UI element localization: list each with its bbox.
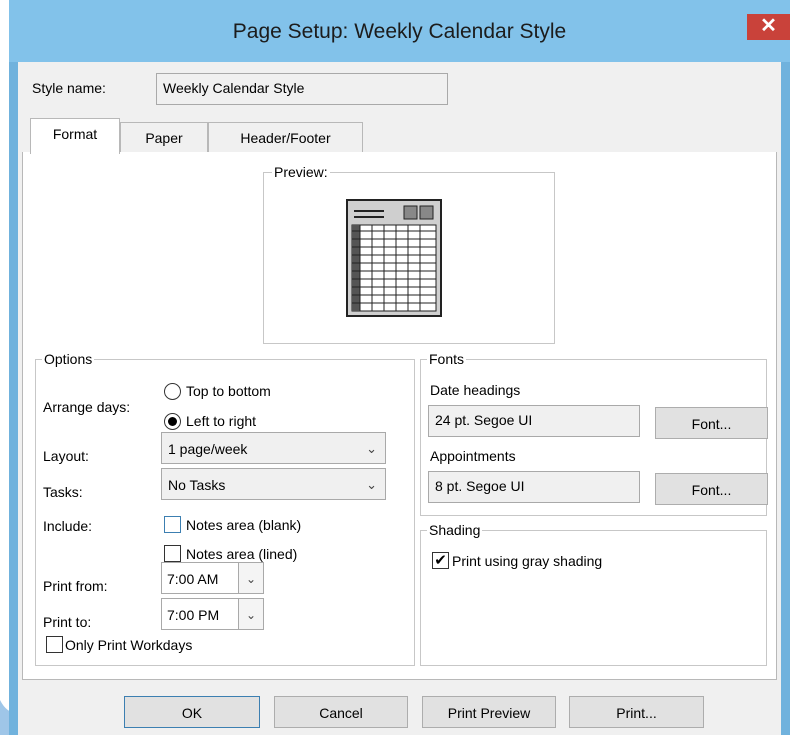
print-from-field[interactable]: 7:00 AM ⌄ xyxy=(161,562,264,594)
print-preview-button[interactable]: Print Preview xyxy=(422,696,556,728)
tasks-label: Tasks: xyxy=(43,484,83,500)
print-preview-button-label: Print Preview xyxy=(447,705,531,721)
radio-top-to-bottom[interactable] xyxy=(164,383,181,400)
date-headings-font-button[interactable]: Font... xyxy=(655,407,768,439)
tasks-value: No Tasks xyxy=(168,477,226,493)
notes-lined-checkbox[interactable] xyxy=(164,545,181,562)
appointments-value: 8 pt. Segoe UI xyxy=(435,478,525,494)
chevron-down-icon[interactable]: ⌄ xyxy=(238,563,263,593)
appointments-label: Appointments xyxy=(430,448,516,464)
radio-left-to-right[interactable] xyxy=(164,413,181,430)
title-bar: Page Setup: Weekly Calendar Style ✕ xyxy=(9,0,790,62)
cancel-button[interactable]: Cancel xyxy=(274,696,408,728)
close-icon: ✕ xyxy=(760,15,777,37)
only-workdays-label[interactable]: Only Print Workdays xyxy=(65,637,192,653)
layout-value: 1 page/week xyxy=(168,441,248,457)
date-headings-label: Date headings xyxy=(430,382,521,398)
tab-header-footer-label: Header/Footer xyxy=(240,130,331,146)
radio-top-to-bottom-label[interactable]: Top to bottom xyxy=(186,383,271,399)
preview-label: Preview: xyxy=(272,164,330,180)
style-name-field[interactable]: Weekly Calendar Style xyxy=(156,73,448,105)
date-headings-value: 24 pt. Segoe UI xyxy=(435,412,533,428)
layout-label: Layout: xyxy=(43,448,89,464)
style-name-value: Weekly Calendar Style xyxy=(163,80,305,96)
options-group-label: Options xyxy=(42,351,95,367)
include-label: Include: xyxy=(43,518,93,534)
chevron-down-icon: ⌄ xyxy=(366,477,377,492)
weekly-calendar-preview-icon xyxy=(346,199,442,317)
ok-button[interactable]: OK xyxy=(124,696,260,728)
cancel-button-label: Cancel xyxy=(319,705,363,721)
radio-left-to-right-label[interactable]: Left to right xyxy=(186,413,256,429)
chevron-down-icon: ⌄ xyxy=(366,441,377,456)
close-button[interactable]: ✕ xyxy=(747,14,790,40)
notes-blank-checkbox[interactable] xyxy=(164,516,181,533)
print-button-label: Print... xyxy=(616,705,657,721)
tasks-dropdown[interactable]: No Tasks ⌄ xyxy=(161,468,386,500)
tab-paper[interactable]: Paper xyxy=(120,122,208,152)
format-tab-panel: Preview: Options Arrange days: Top to bo… xyxy=(22,152,777,680)
tab-format-label: Format xyxy=(52,126,98,142)
page-setup-dialog: Page Setup: Weekly Calendar Style ✕ Styl… xyxy=(9,0,790,735)
print-from-value: 7:00 AM xyxy=(167,571,219,587)
appointments-field: 8 pt. Segoe UI xyxy=(428,471,640,503)
gray-shading-label[interactable]: Print using gray shading xyxy=(452,553,602,569)
notes-lined-label[interactable]: Notes area (lined) xyxy=(186,546,297,562)
notes-blank-label[interactable]: Notes area (blank) xyxy=(186,517,301,533)
layout-dropdown[interactable]: 1 page/week ⌄ xyxy=(161,432,386,464)
only-workdays-checkbox[interactable] xyxy=(46,636,63,653)
shading-group xyxy=(420,530,767,666)
font-button-label: Font... xyxy=(691,416,732,432)
tab-header-footer[interactable]: Header/Footer xyxy=(208,122,363,152)
print-to-value: 7:00 PM xyxy=(167,607,220,623)
shading-group-label: Shading xyxy=(427,522,483,538)
date-headings-field: 24 pt. Segoe UI xyxy=(428,405,640,437)
fonts-group-label: Fonts xyxy=(427,351,467,367)
dialog-title: Page Setup: Weekly Calendar Style xyxy=(232,20,567,43)
tab-format[interactable]: Format xyxy=(30,118,120,154)
print-button[interactable]: Print... xyxy=(569,696,704,728)
dialog-client-area: Style name: Weekly Calendar Style Format… xyxy=(18,62,781,735)
style-name-label: Style name: xyxy=(32,80,106,96)
appointments-font-button[interactable]: Font... xyxy=(655,473,768,505)
chevron-down-icon[interactable]: ⌄ xyxy=(238,599,263,629)
gray-shading-checkbox[interactable]: ✔ xyxy=(432,552,449,569)
print-from-label: Print from: xyxy=(43,578,108,594)
ok-button-label: OK xyxy=(181,705,203,721)
checkmark-icon: ✔ xyxy=(434,552,447,569)
tab-paper-label: Paper xyxy=(145,130,183,146)
font-button-label: Font... xyxy=(691,482,732,498)
print-to-field[interactable]: 7:00 PM ⌄ xyxy=(161,598,264,630)
print-to-label: Print to: xyxy=(43,614,92,630)
arrange-days-label: Arrange days: xyxy=(43,399,131,415)
